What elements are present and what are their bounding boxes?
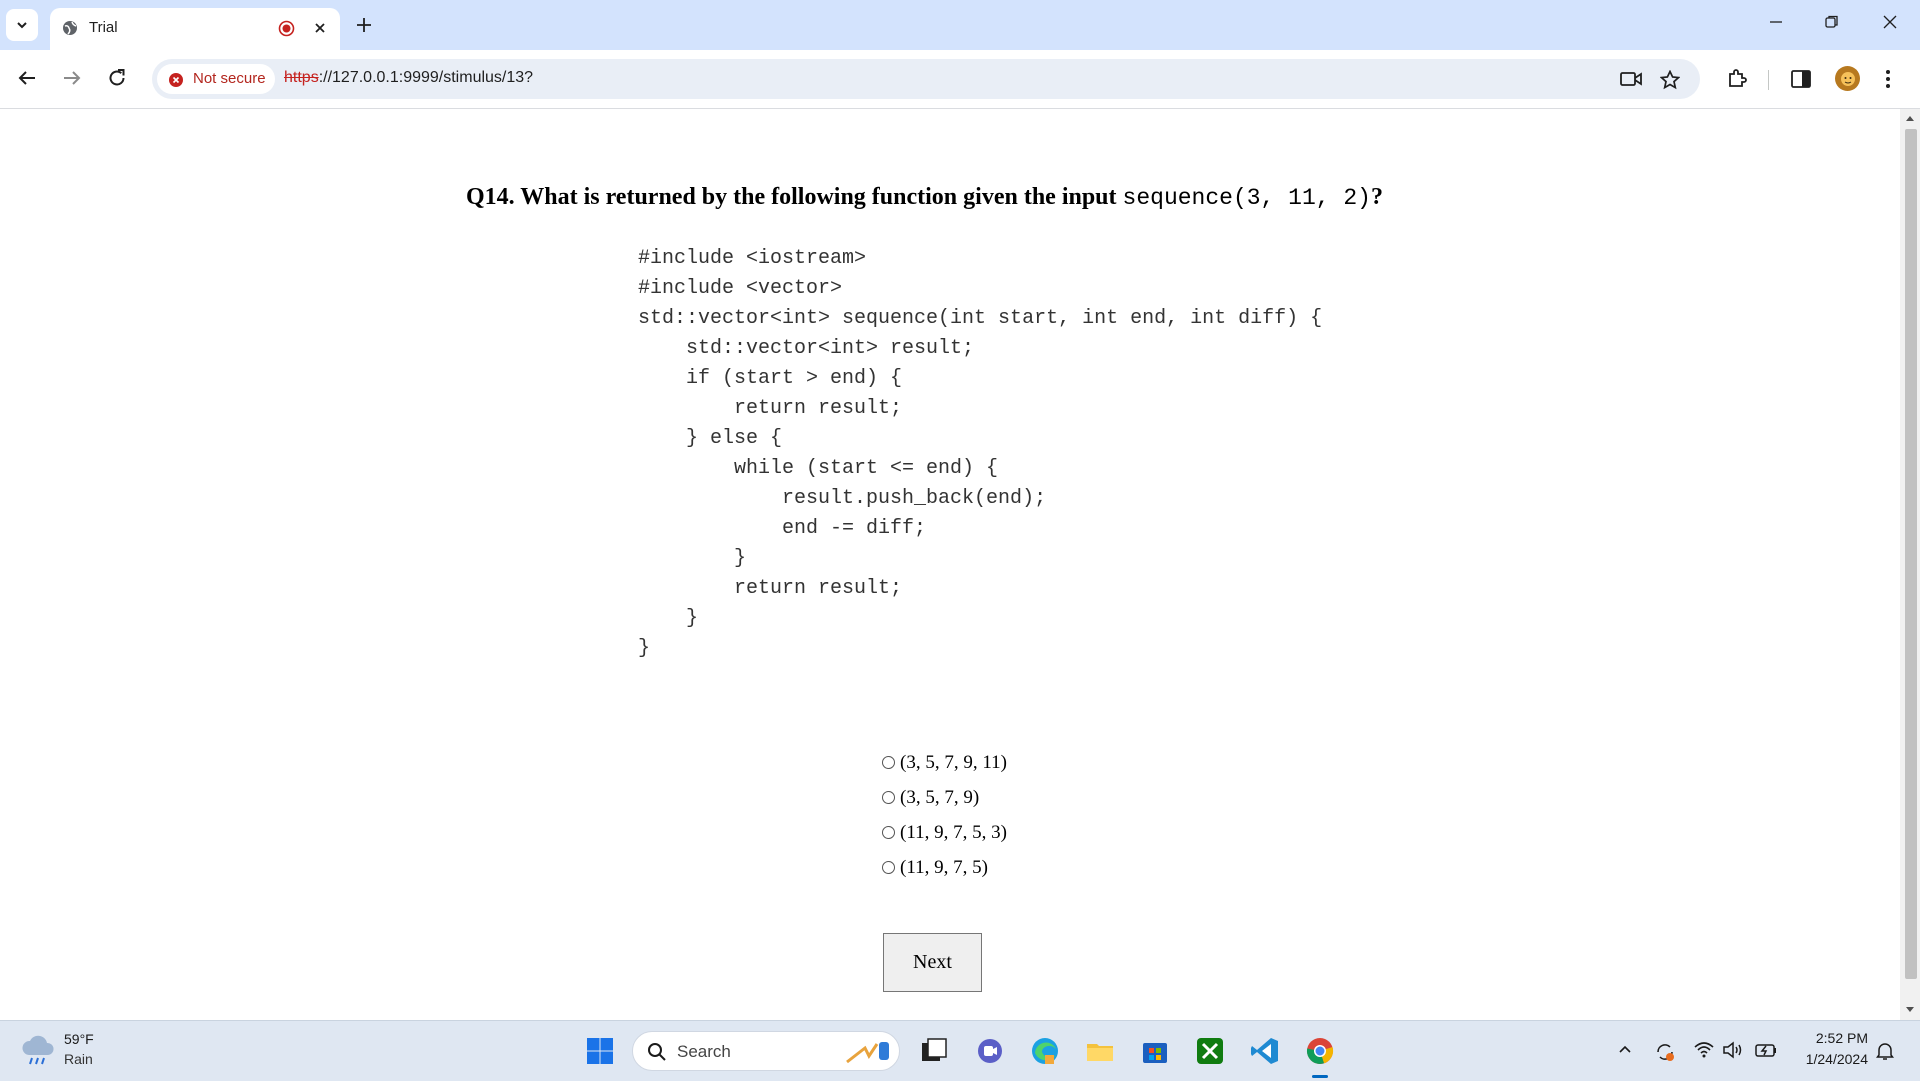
side-panel-icon[interactable] — [1790, 68, 1812, 90]
option-label: (11, 9, 7, 5, 3) — [900, 821, 1007, 843]
code-line: } — [638, 637, 651, 660]
weather-temperature: 59°F — [64, 1031, 94, 1047]
code-block: #include <iostream> #include <vector> std:… — [638, 244, 1322, 664]
answer-options: (3, 5, 7, 9, 11) (3, 5, 7, 9) (11, 9, 7,… — [882, 745, 1007, 885]
scroll-down-arrow-icon[interactable] — [1906, 1007, 1914, 1013]
question-heading: Q14. What is returned by the following f… — [466, 184, 1436, 211]
camera-icon[interactable] — [1620, 70, 1642, 88]
next-button[interactable]: Next — [883, 933, 982, 992]
weather-description: Rain — [64, 1051, 93, 1067]
option-label: (3, 5, 7, 9) — [900, 786, 980, 808]
close-window-icon[interactable] — [1882, 14, 1898, 30]
code-line: return result; — [638, 397, 903, 420]
code-line: while (start <= end) { — [638, 457, 999, 480]
option-label: (11, 9, 7, 5) — [900, 856, 988, 878]
minimize-icon[interactable] — [1768, 14, 1784, 30]
new-tab-plus-icon[interactable] — [354, 15, 374, 35]
tab-title: Trial — [89, 19, 118, 36]
profile-face-icon — [1840, 71, 1855, 86]
radio-button[interactable] — [882, 861, 895, 874]
code-line: std::vector<int> sequence(int start, int… — [638, 307, 1323, 330]
search-icon — [648, 1043, 666, 1061]
code-line: } — [638, 607, 699, 630]
microsoft-store-icon[interactable] — [1139, 1035, 1171, 1067]
profile-avatar[interactable] — [1835, 66, 1860, 91]
edge-browser-icon[interactable] — [1029, 1035, 1061, 1067]
extensions-puzzle-icon[interactable] — [1726, 68, 1748, 90]
browser-tab[interactable]: Trial — [50, 8, 340, 50]
taskbar-search[interactable]: Search — [632, 1031, 900, 1071]
code-line: result.push_back(end); — [638, 487, 1047, 510]
radio-button[interactable] — [882, 791, 895, 804]
menu-kebab-icon[interactable] — [1884, 68, 1892, 90]
url-text[interactable]: https://127.0.0.1:9999/stimulus/13? — [284, 69, 533, 87]
answer-option-4[interactable]: (11, 9, 7, 5) — [882, 850, 1007, 885]
vscode-icon[interactable] — [1249, 1035, 1281, 1067]
code-line: return result; — [638, 577, 903, 600]
sync-update-icon[interactable] — [1654, 1041, 1676, 1063]
radio-button[interactable] — [882, 826, 895, 839]
security-chip[interactable]: Not secure — [157, 64, 275, 94]
battery-charging-icon[interactable] — [1754, 1041, 1778, 1059]
chevron-down-icon — [17, 22, 27, 29]
question-mark: ? — [1370, 184, 1383, 210]
option-label: (3, 5, 7, 9, 11) — [900, 751, 1007, 773]
rain-cloud-icon[interactable] — [20, 1035, 56, 1067]
teams-chat-icon[interactable] — [974, 1035, 1006, 1067]
answer-option-3[interactable]: (11, 9, 7, 5, 3) — [882, 815, 1007, 850]
bookmark-star-icon[interactable] — [1660, 70, 1680, 90]
code-line: end -= diff; — [638, 517, 927, 540]
search-highlight-icon — [846, 1042, 889, 1064]
back-arrow-icon[interactable] — [16, 67, 38, 89]
reload-icon[interactable] — [106, 67, 128, 89]
task-view-icon[interactable] — [918, 1035, 950, 1067]
not-secure-warning-icon — [169, 73, 183, 87]
page-viewport: Q14. What is returned by the following f… — [0, 109, 1900, 1020]
search-label: Search — [677, 1042, 731, 1061]
code-line: } else { — [638, 427, 783, 450]
code-line: std::vector<int> result; — [638, 337, 975, 360]
scroll-up-arrow-icon[interactable] — [1906, 115, 1914, 121]
tab-search-button[interactable] — [6, 9, 38, 41]
recording-icon — [278, 20, 295, 37]
globe-icon — [63, 21, 77, 35]
radio-button[interactable] — [882, 756, 895, 769]
browser-toolbar: Not secure https://127.0.0.1:9999/stimul… — [0, 50, 1920, 109]
taskbar: 59°F Rain Search 2:52 PM 1/24/2024 — [0, 1020, 1920, 1081]
code-line: if (start > end) { — [638, 367, 903, 390]
file-explorer-icon[interactable] — [1084, 1035, 1116, 1067]
volume-icon[interactable] — [1722, 1041, 1744, 1059]
address-bar[interactable]: Not secure https://127.0.0.1:9999/stimul… — [152, 59, 1700, 99]
code-line: } — [638, 547, 747, 570]
answer-option-2[interactable]: (3, 5, 7, 9) — [882, 780, 1007, 815]
toolbar-divider — [1768, 70, 1769, 90]
show-hidden-icons-chevron-icon[interactable] — [1617, 1041, 1633, 1057]
tab-strip: Trial — [0, 0, 1920, 50]
clock-time[interactable]: 2:52 PM — [1816, 1030, 1868, 1046]
close-tab-icon[interactable] — [312, 20, 328, 36]
scrollbar-thumb[interactable] — [1905, 129, 1917, 979]
windows-start-icon[interactable] — [584, 1035, 616, 1067]
code-line: #include <iostream> — [638, 247, 867, 270]
xbox-icon[interactable] — [1194, 1035, 1226, 1067]
clock-date[interactable]: 1/24/2024 — [1806, 1051, 1868, 1067]
question-text: Q14. What is returned by the following f… — [466, 184, 1123, 210]
chrome-active-indicator — [1312, 1075, 1328, 1078]
notification-bell-icon[interactable] — [1876, 1041, 1894, 1061]
url-scheme: https — [284, 69, 319, 86]
page-scrollbar[interactable] — [1900, 109, 1920, 1020]
restore-icon[interactable] — [1824, 14, 1840, 30]
url-path: ://127.0.0.1:9999/stimulus/13? — [318, 69, 534, 86]
answer-option-1[interactable]: (3, 5, 7, 9, 11) — [882, 745, 1007, 780]
security-label: Not secure — [193, 70, 266, 87]
wifi-icon[interactable] — [1694, 1041, 1714, 1059]
code-line: #include <vector> — [638, 277, 843, 300]
forward-arrow-icon[interactable] — [61, 67, 83, 89]
question-code: sequence(3, 11, 2) — [1122, 185, 1371, 211]
chrome-icon[interactable] — [1304, 1035, 1336, 1067]
